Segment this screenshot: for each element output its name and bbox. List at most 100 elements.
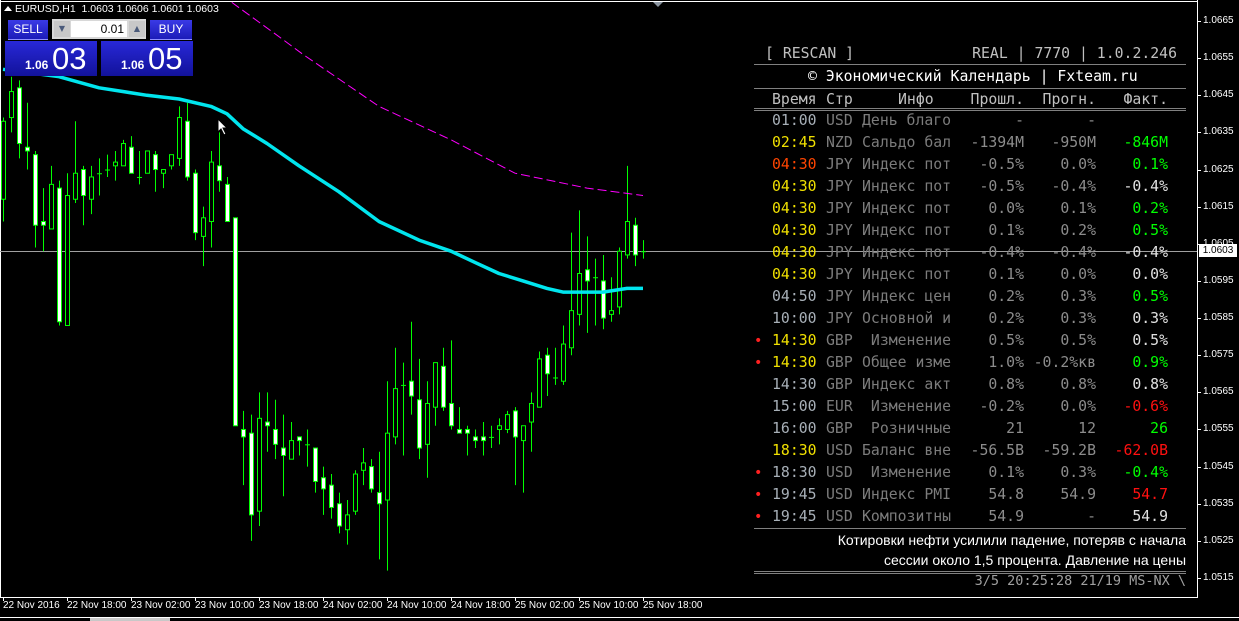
candle-bearish: [337, 503, 342, 527]
event-actual: -846M: [1123, 134, 1168, 151]
event-actual: 26: [1150, 420, 1168, 437]
rescan-button[interactable]: [ RESCAN ]: [765, 43, 854, 65]
lot-size-input[interactable]: 0.01: [71, 21, 127, 37]
event-time: 16:00: [772, 420, 817, 437]
event-forecast: -: [1087, 112, 1096, 129]
candle-bullish: [1, 120, 6, 200]
event-previous: 0.2%: [988, 288, 1024, 305]
collapse-triangle-icon[interactable]: [4, 6, 12, 11]
divider: [754, 528, 1186, 529]
event-time: 04:30: [772, 156, 817, 173]
candle-bearish: [441, 365, 446, 408]
price-axis-label: 1.0595: [1203, 274, 1234, 286]
event-forecast: 0.0%: [1060, 156, 1096, 173]
lot-decrease-icon[interactable]: ▼: [54, 21, 70, 37]
candle-bearish: [585, 269, 590, 282]
candle-bearish: [33, 154, 38, 226]
event-country: JPY: [826, 266, 853, 283]
price-axis-label: 1.0615: [1203, 200, 1234, 212]
event-previous: -0.5%: [979, 156, 1024, 173]
sell-price-button[interactable]: 1.06 03: [5, 41, 97, 76]
event-time: 04:30: [772, 266, 817, 283]
news-line-2: сессии около 1,5 процента. Давление на ц…: [884, 552, 1186, 568]
divider: [754, 64, 1186, 65]
event-time: 01:00: [772, 112, 817, 129]
event-country: NZD: [826, 134, 853, 151]
event-previous: -56.5B: [970, 442, 1024, 459]
buy-button[interactable]: BUY: [150, 20, 192, 40]
mouse-pointer-icon: [217, 118, 229, 136]
candle-bullish: [617, 250, 622, 308]
slow-moving-average-line: [231, 1, 644, 196]
lot-size-stepper[interactable]: ▼ 0.01 ▲: [52, 19, 146, 39]
event-time: 04:30: [772, 200, 817, 217]
event-forecast: -950M: [1051, 134, 1096, 151]
candle-bearish: [601, 280, 606, 319]
lot-increase-icon[interactable]: ▲: [129, 21, 145, 37]
candle-bullish: [361, 462, 366, 471]
sell-price-prefix: 1.06: [25, 58, 49, 72]
event-previous: -0.2%: [979, 398, 1024, 415]
price-axis-label: 1.0575: [1203, 349, 1234, 361]
sell-button[interactable]: SELL: [8, 20, 48, 40]
event-country: GBP: [826, 332, 853, 349]
event-forecast: -0.4%: [1051, 244, 1096, 261]
sell-price-pips: 03: [52, 41, 87, 76]
candle-bearish: [473, 436, 478, 442]
candle-bullish: [625, 221, 630, 256]
event-country: JPY: [826, 244, 853, 261]
candle-bullish: [201, 217, 206, 237]
event-actual: 0.2%: [1132, 200, 1168, 217]
event-forecast: -0.4%: [1051, 178, 1096, 195]
candle-bullish: [289, 440, 294, 460]
event-actual: 54.9: [1132, 508, 1168, 525]
candle-bearish: [417, 399, 422, 449]
event-time: 19:45: [772, 486, 817, 503]
buy-price-button[interactable]: 1.06 05: [101, 41, 193, 76]
candle-bearish: [273, 428, 278, 445]
event-time: 18:30: [772, 464, 817, 481]
symbol-name: EURUSD,H1: [15, 3, 76, 15]
event-previous: 1.0%: [988, 354, 1024, 371]
candle-bearish: [225, 183, 230, 223]
candle-bullish: [529, 402, 534, 423]
time-axis-label: 22 Nov 18:00: [67, 600, 127, 611]
event-actual: 0.5%: [1132, 332, 1168, 349]
event-previous: 0.5%: [988, 332, 1024, 349]
candle-bearish: [153, 154, 158, 171]
event-country: JPY: [826, 178, 853, 195]
event-info: Индекс акт: [862, 376, 952, 393]
event-previous: -0.5%: [979, 178, 1024, 195]
event-country: JPY: [826, 288, 853, 305]
event-actual: 0.9%: [1132, 354, 1168, 371]
event-country: USD: [826, 486, 853, 503]
important-dot-icon: •: [754, 509, 763, 525]
time-axis-label: 23 Nov 18:00: [259, 600, 319, 611]
event-actual: 0.5%: [1132, 288, 1168, 305]
event-forecast: 0.1%: [1060, 200, 1096, 217]
candle-bearish: [217, 165, 222, 182]
candle-bullish: [577, 273, 582, 315]
time-axis-label: 22 Nov 2016: [3, 600, 60, 611]
important-dot-icon: •: [754, 333, 763, 349]
event-country: GBP: [826, 354, 853, 371]
event-actual: 0.0%: [1132, 266, 1168, 283]
event-time: 10:00: [772, 310, 817, 327]
event-actual: -0.4%: [1123, 464, 1168, 481]
buy-price-pips: 05: [148, 41, 183, 76]
candle-bullish: [113, 161, 118, 167]
event-info: Композитны: [862, 508, 952, 525]
event-forecast: 0.8%: [1060, 376, 1096, 393]
event-info: Сальдо бал: [862, 134, 952, 151]
candle-bearish: [329, 484, 334, 508]
candle-bullish: [145, 150, 150, 174]
event-info: Розничные: [862, 420, 952, 437]
candle-bearish: [513, 410, 518, 438]
candle-bearish: [409, 380, 414, 397]
event-country: JPY: [826, 200, 853, 217]
candle-bullish: [561, 343, 566, 382]
candle-bullish: [353, 473, 358, 512]
candle-bearish: [17, 87, 22, 145]
candle-bullish: [9, 91, 14, 119]
event-forecast: 0.3%: [1060, 464, 1096, 481]
